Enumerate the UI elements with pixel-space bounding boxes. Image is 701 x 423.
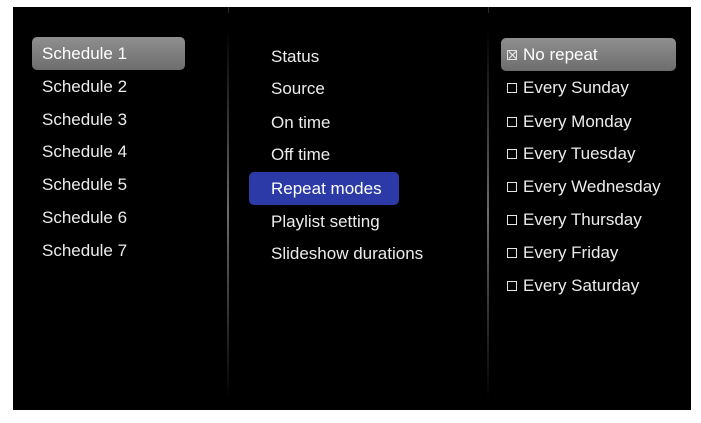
setting-item-label: Status xyxy=(271,47,320,66)
checkbox-icon xyxy=(507,83,517,93)
repeat-option-every-saturday[interactable]: Every Saturday xyxy=(501,269,676,302)
schedule-item-label: Schedule 4 xyxy=(42,142,128,161)
setting-item-slideshow-durations[interactable]: Slideshow durations xyxy=(249,237,435,270)
schedule-item-label: Schedule 3 xyxy=(42,110,128,129)
repeat-option-label: Every Monday xyxy=(523,112,632,131)
schedule-item-3[interactable]: Schedule 3 xyxy=(32,103,185,136)
setting-item-label: Playlist setting xyxy=(271,212,380,231)
top-tick-mark xyxy=(488,7,489,13)
repeat-option-every-friday[interactable]: Every Friday xyxy=(501,236,676,269)
checkbox-icon xyxy=(507,215,517,225)
setting-item-playlist-setting[interactable]: Playlist setting xyxy=(249,205,435,238)
repeat-option-label: Every Thursday xyxy=(523,210,642,229)
schedule-item-label: Schedule 2 xyxy=(42,77,128,96)
checkbox-icon xyxy=(507,281,517,291)
schedule-item-7[interactable]: Schedule 7 xyxy=(32,234,185,267)
setting-item-label: Slideshow durations xyxy=(271,244,424,263)
repeat-option-label: Every Wednesday xyxy=(523,177,661,196)
setting-item-label: Repeat modes xyxy=(271,179,382,198)
setting-item-off-time[interactable]: Off time xyxy=(249,138,435,171)
setting-item-label: On time xyxy=(271,113,331,132)
schedule-item-label: Schedule 1 xyxy=(42,44,128,63)
checkbox-checked-icon xyxy=(507,50,517,60)
column-divider xyxy=(487,29,489,399)
top-tick-mark xyxy=(228,7,229,13)
checkbox-icon xyxy=(507,248,517,258)
setting-item-on-time[interactable]: On time xyxy=(249,106,435,139)
schedule-item-label: Schedule 5 xyxy=(42,175,128,194)
setting-item-repeat-modes[interactable]: Repeat modes xyxy=(249,172,399,205)
repeat-option-every-thursday[interactable]: Every Thursday xyxy=(501,203,676,236)
repeat-option-every-sunday[interactable]: Every Sunday xyxy=(501,71,676,104)
osd-screen: Schedule 1 Schedule 2 Schedule 3 Schedul… xyxy=(13,7,691,410)
repeat-option-label: Every Tuesday xyxy=(523,144,636,163)
checkbox-icon xyxy=(507,117,517,127)
setting-item-label: Source xyxy=(271,79,325,98)
repeat-option-no-repeat[interactable]: No repeat xyxy=(501,38,676,71)
setting-item-source[interactable]: Source xyxy=(249,72,435,105)
schedule-item-6[interactable]: Schedule 6 xyxy=(32,201,185,234)
schedule-item-label: Schedule 6 xyxy=(42,208,128,227)
schedule-item-label: Schedule 7 xyxy=(42,241,128,260)
schedule-item-2[interactable]: Schedule 2 xyxy=(32,70,185,103)
column-divider xyxy=(227,29,229,399)
setting-item-status[interactable]: Status xyxy=(249,40,435,73)
schedule-item-1[interactable]: Schedule 1 xyxy=(32,37,185,70)
repeat-option-label: Every Saturday xyxy=(523,276,640,295)
repeat-option-every-tuesday[interactable]: Every Tuesday xyxy=(501,137,676,170)
schedule-item-4[interactable]: Schedule 4 xyxy=(32,135,185,168)
setting-item-label: Off time xyxy=(271,145,331,164)
repeat-option-label: Every Friday xyxy=(523,243,619,262)
repeat-option-label: Every Sunday xyxy=(523,78,629,97)
checkbox-icon xyxy=(507,149,517,159)
checkbox-icon xyxy=(507,182,517,192)
repeat-option-every-wednesday[interactable]: Every Wednesday xyxy=(501,170,679,203)
repeat-option-label: No repeat xyxy=(523,45,598,64)
schedule-item-5[interactable]: Schedule 5 xyxy=(32,168,185,201)
repeat-option-every-monday[interactable]: Every Monday xyxy=(501,105,676,138)
